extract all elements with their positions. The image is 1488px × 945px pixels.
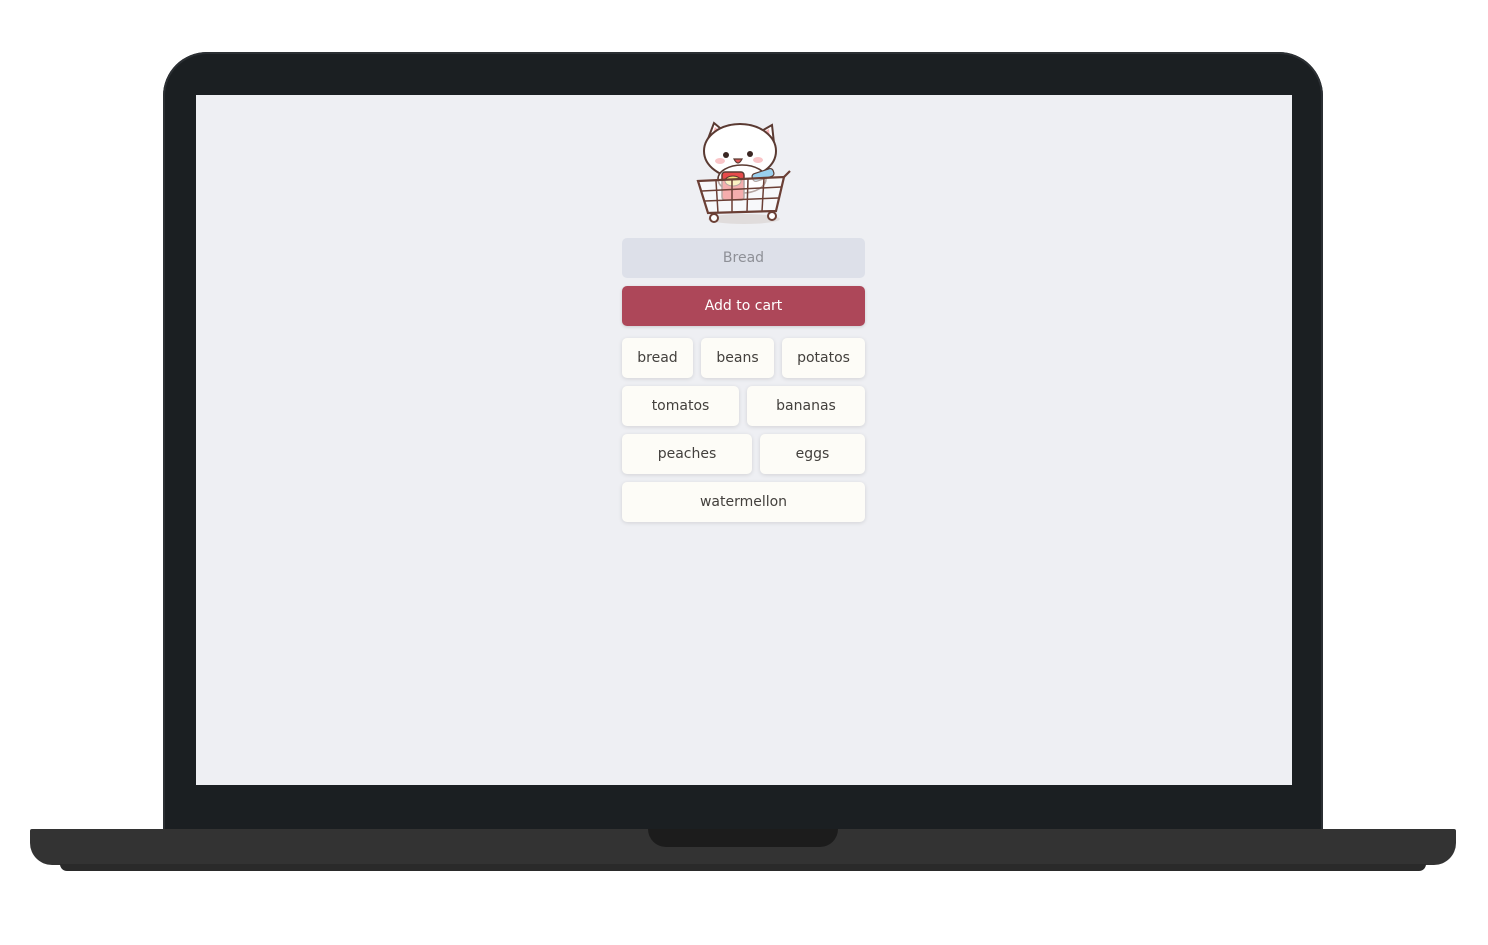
laptop-notch (648, 829, 838, 847)
item-chip-eggs[interactable]: eggs (760, 434, 865, 474)
cat-in-shopping-cart-icon (696, 121, 791, 224)
item-chip-tomatos[interactable]: tomatos (622, 386, 739, 426)
add-to-cart-button[interactable]: Add to cart (622, 286, 865, 326)
item-chip-bananas[interactable]: bananas (747, 386, 865, 426)
laptop-foot (60, 864, 1426, 871)
item-chip-potatos[interactable]: potatos (782, 338, 865, 378)
item-chip-peaches[interactable]: peaches (622, 434, 752, 474)
item-chip-bread[interactable]: bread (622, 338, 693, 378)
item-chip-beans[interactable]: beans (701, 338, 774, 378)
item-input[interactable] (622, 238, 865, 278)
laptop-screen: Add to cart bread beans potatos tomatos … (196, 95, 1292, 785)
item-chip-watermellon[interactable]: watermellon (622, 482, 865, 522)
